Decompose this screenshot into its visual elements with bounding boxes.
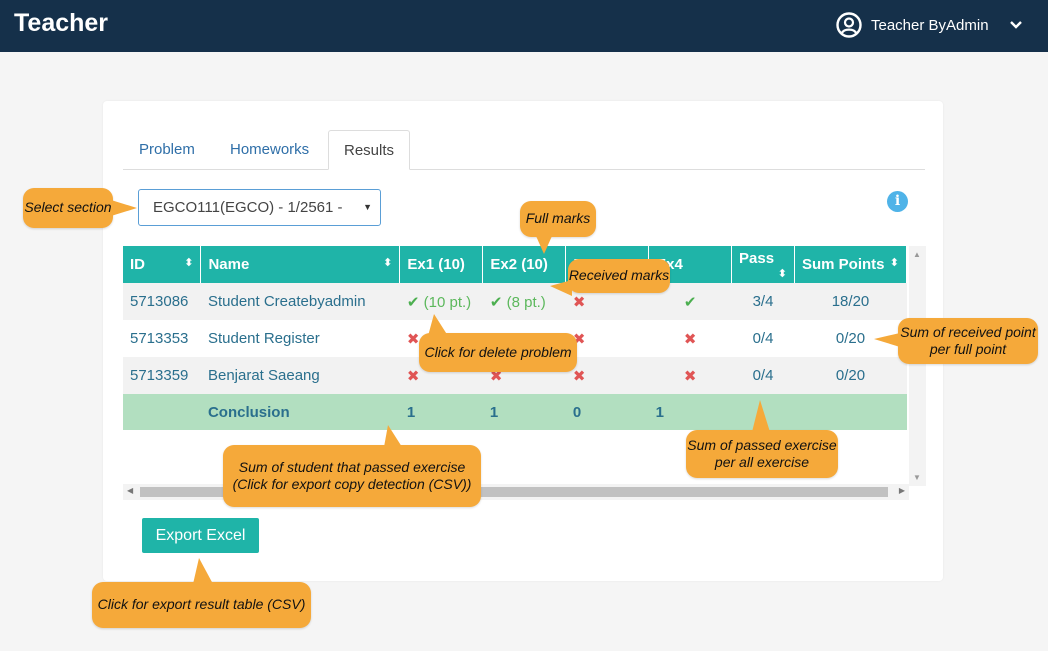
header-ex1[interactable]: Ex1 (10) — [399, 246, 484, 283]
conclusion-row: Conclusion 1 1 0 1 — [123, 394, 907, 430]
check-icon: ✔ — [489, 293, 503, 311]
header-ex2[interactable]: Ex2 (10) — [482, 246, 567, 283]
check-icon: ✔ — [683, 293, 697, 311]
sort-icon: ⬍ — [184, 257, 194, 269]
app-title: Teacher — [14, 9, 109, 37]
cell-empty — [794, 394, 907, 430]
callout-tail — [384, 425, 402, 447]
cross-icon: ✖ — [683, 330, 697, 348]
cell-name: Student Createbyadmin — [200, 283, 400, 320]
callout-full-marks: Full marks — [520, 201, 596, 237]
callout-select-section: Select section — [23, 188, 113, 228]
header-name[interactable]: Name ⬍ — [200, 246, 401, 283]
cell-ex4[interactable]: ✖ — [648, 320, 732, 357]
header-id[interactable]: ID ⬍ — [123, 246, 202, 283]
vertical-scrollbar[interactable]: ▲ ▼ — [909, 246, 926, 486]
cross-icon: ✖ — [406, 367, 420, 385]
cell-sum: 0/20 — [794, 357, 907, 394]
tab-homeworks[interactable]: Homeworks — [230, 130, 309, 170]
callout-received-marks: Received marks — [568, 259, 670, 293]
tab-results[interactable]: Results — [328, 130, 411, 170]
check-icon: ✔ — [406, 293, 420, 311]
cell-ex3[interactable]: ✖ — [565, 320, 649, 357]
sort-icon: ⬍ — [889, 257, 899, 269]
cell-pass: 3/4 — [731, 283, 795, 320]
user-circle-icon — [836, 12, 862, 38]
callout-tail — [111, 200, 137, 216]
header-pass[interactable]: Pass ⬍ — [731, 246, 795, 283]
callout-tail — [536, 236, 552, 254]
scroll-left-icon[interactable]: ◀ — [127, 486, 133, 495]
tab-bar: Problem Homeworks Results — [123, 130, 925, 170]
sort-icon: ⬍ — [777, 267, 787, 280]
section-select[interactable]: EGCO111(EGCO) - 1/2561 - ▼ — [138, 189, 381, 226]
cell-id: 5713086 — [123, 283, 201, 320]
callout-tail — [428, 314, 448, 336]
top-navbar: Teacher Teacher ByAdmin — [0, 0, 1048, 52]
header-sum-points[interactable]: Sum Points ⬍ — [794, 246, 908, 283]
cell-id: 5713353 — [123, 320, 201, 357]
conclusion-ex4[interactable]: 1 — [648, 394, 732, 430]
conclusion-ex1[interactable]: 1 — [399, 394, 483, 430]
cell-sum: 18/20 — [794, 283, 907, 320]
callout-sum-student[interactable]: Sum of student that passed exercise (Cli… — [223, 445, 481, 507]
conclusion-label: Conclusion — [200, 394, 400, 430]
scroll-up-icon[interactable]: ▲ — [913, 250, 921, 259]
cross-icon: ✖ — [683, 367, 697, 385]
cell-id: 5713359 — [123, 357, 201, 394]
callout-export-result: Click for export result table (CSV) — [92, 582, 311, 628]
scroll-right-icon[interactable]: ▶ — [899, 486, 905, 495]
cell-pass: 0/4 — [731, 357, 795, 394]
callout-tail — [550, 280, 572, 296]
section-select-value: EGCO111(EGCO) - 1/2561 - — [153, 199, 343, 216]
cross-icon: ✖ — [572, 293, 586, 311]
cell-ex4[interactable]: ✖ — [648, 357, 732, 394]
conclusion-ex3[interactable]: 0 — [565, 394, 649, 430]
cross-icon: ✖ — [572, 367, 586, 385]
export-excel-button[interactable]: Export Excel — [142, 518, 259, 553]
cell-empty — [123, 394, 201, 430]
callout-tail — [193, 558, 213, 584]
sort-icon: ⬍ — [383, 257, 393, 269]
cell-name: Benjarat Saeang — [200, 357, 400, 394]
table-row: 5713086 Student Createbyadmin ✔ (10 pt.)… — [123, 283, 907, 320]
user-name: Teacher ByAdmin — [871, 16, 989, 34]
callout-sum-passed: Sum of passed exercise per all exercise — [686, 430, 838, 478]
cell-pass: 0/4 — [731, 320, 795, 357]
cell-ex3[interactable]: ✖ — [565, 357, 649, 394]
caret-down-icon: ▼ — [363, 202, 372, 212]
scroll-down-icon[interactable]: ▼ — [913, 473, 921, 482]
info-icon[interactable]: i — [887, 191, 908, 212]
callout-delete-problem: Click for delete problem — [419, 333, 577, 372]
chevron-down-icon[interactable] — [1007, 16, 1025, 34]
conclusion-ex2[interactable]: 1 — [482, 394, 566, 430]
cell-name: Student Register — [200, 320, 400, 357]
tab-problem[interactable]: Problem — [139, 130, 195, 170]
callout-tail — [874, 333, 900, 347]
callout-sum-received: Sum of received point per full point — [898, 318, 1038, 364]
callout-tail — [752, 400, 770, 432]
cross-icon: ✖ — [406, 330, 420, 348]
user-menu[interactable]: Teacher ByAdmin — [836, 11, 1025, 39]
